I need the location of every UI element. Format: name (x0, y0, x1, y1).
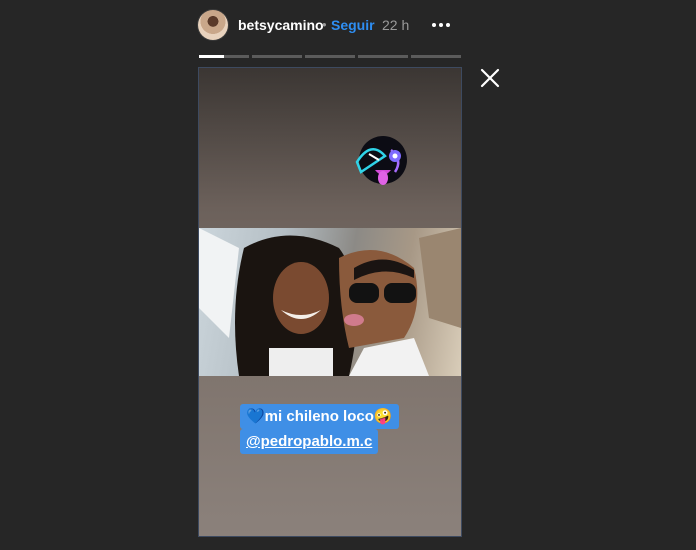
caption-text: 💙mi chileno loco🤪 (240, 404, 399, 429)
progress-segment (358, 55, 408, 58)
story-progress-bar (199, 55, 461, 58)
follow-button[interactable]: Seguir (331, 17, 375, 33)
progress-segment (252, 55, 302, 58)
selfie-photo (199, 228, 461, 376)
more-options-icon[interactable] (428, 12, 454, 36)
avatar[interactable] (198, 10, 228, 40)
story-header: betsycamino • Seguir 22 h (198, 8, 460, 42)
timestamp: 22 h (382, 17, 410, 33)
story-media[interactable]: 💙mi chileno loco🤪 @pedropablo.m.c (198, 67, 462, 537)
separator-dot: • (322, 17, 327, 32)
close-icon[interactable] (478, 66, 502, 90)
progress-segment (411, 55, 461, 58)
crazy-face-sticker (351, 130, 415, 192)
progress-segment (199, 55, 249, 58)
mention-link[interactable]: @pedropablo.m.c (240, 429, 379, 454)
progress-segment (305, 55, 355, 58)
username[interactable]: betsycamino (238, 17, 324, 33)
caption: 💙mi chileno loco🤪 @pedropablo.m.c (240, 404, 399, 454)
